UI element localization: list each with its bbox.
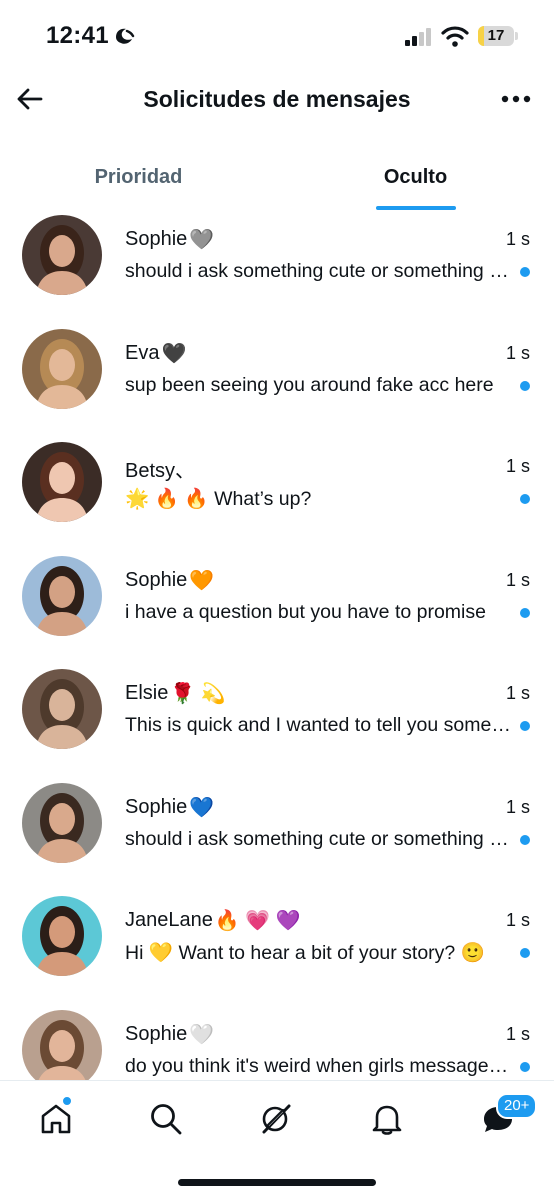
message-time: 1 s: [505, 456, 530, 476]
avatar-photo: [22, 782, 102, 863]
message-preview: should i ask something cute or something…: [125, 827, 511, 850]
sender-name-emoji: 💙: [189, 796, 215, 819]
sender-line: Eva 🖤: [125, 341, 494, 366]
nav-notifications[interactable]: [367, 1099, 407, 1139]
tab-bar: Prioridad Oculto: [0, 148, 554, 210]
home-notification-dot: [62, 1096, 72, 1106]
cellular-signal-icon: [405, 28, 431, 46]
avatar-photo: [22, 555, 102, 636]
nav-grok[interactable]: [256, 1099, 296, 1139]
sender-name: Sophie: [125, 1022, 188, 1045]
message-time: 1 s: [505, 796, 530, 817]
battery-tip: [515, 32, 518, 40]
battery-indicator: 17: [478, 26, 514, 46]
sender-name: Sophie: [125, 568, 188, 591]
battery-percent: 17: [487, 27, 505, 44]
message-preview: sup been seeing you around fake acc here: [125, 373, 494, 396]
avatar[interactable]: [22, 215, 102, 295]
message-time: 1 s: [505, 229, 530, 249]
unread-indicator: [520, 494, 530, 504]
avatar-photo: [22, 442, 102, 522]
grok-icon: [262, 1104, 291, 1134]
sender-name-emoji: 🤍: [189, 1023, 215, 1046]
bell-icon: [372, 1105, 402, 1135]
message-time: 1 s: [505, 569, 530, 590]
tab-label: Prioridad: [94, 166, 183, 188]
message-preview: 🌟 🔥 🔥 What’s up?: [125, 488, 312, 510]
avatar[interactable]: [22, 896, 102, 976]
sender-line: JaneLane 🔥 💗 💜: [125, 908, 494, 933]
sender-name: Eva: [125, 341, 160, 364]
unread-indicator: [520, 380, 530, 391]
more-options-button[interactable]: [496, 82, 536, 116]
more-dots-icon: [501, 95, 531, 103]
unread-indicator: [520, 1061, 530, 1072]
avatar[interactable]: [22, 782, 102, 863]
message-request-row[interactable]: Sophie 💙 1 s should i ask something cute…: [0, 778, 554, 892]
message-time: 1 s: [505, 910, 530, 930]
sender-name-emoji: 🖤: [161, 342, 187, 365]
message-preview: should i ask something cute or something…: [125, 260, 511, 282]
sender-name-emoji: 🩶: [189, 229, 215, 251]
home-indicator: [178, 1179, 376, 1186]
sender-line: Sophie 🧡: [125, 568, 494, 593]
message-request-row[interactable]: Sophie 🤍 1 s do you think it's weird whe…: [0, 1005, 554, 1080]
sender-name-emoji: 🧡: [189, 569, 215, 592]
sender-name: JaneLane: [125, 909, 213, 931]
message-request-list: Sophie 🩶 1 s should i ask something cute…: [0, 210, 554, 1080]
message-request-row[interactable]: Betsy、 1 s 🌟 🔥 🔥 What’s up?: [0, 437, 554, 551]
message-preview: Hi 💛 Want to hear a bit of your story? 🙂: [125, 942, 485, 964]
sender-line: Sophie 🩶: [125, 227, 494, 252]
avatar[interactable]: [22, 669, 102, 749]
avatar-photo: [22, 215, 102, 295]
avatar-photo: [22, 328, 102, 409]
tab-prioridad[interactable]: Prioridad: [0, 148, 277, 210]
message-request-row[interactable]: Sophie 🧡 1 s i have a question but you h…: [0, 551, 554, 665]
message-request-row[interactable]: Elsie 🌹 💫 1 s This is quick and I wanted…: [0, 664, 554, 778]
status-bar: 12:41 17: [0, 0, 554, 70]
message-request-row[interactable]: JaneLane 🔥 💗 💜 1 s Hi 💛 Want to hear a b…: [0, 891, 554, 1005]
unread-indicator: [520, 721, 530, 731]
avatar[interactable]: [22, 1009, 102, 1080]
sender-name-emoji: 🔥 💗 💜: [214, 910, 301, 932]
search-icon: [151, 1104, 182, 1135]
sender-line: Elsie 🌹 💫: [125, 681, 494, 706]
sender-line: Betsy、: [125, 454, 494, 483]
message-request-row[interactable]: Eva 🖤 1 s sup been seeing you around fak…: [0, 324, 554, 438]
page-title: Solicitudes de mensajes: [143, 86, 411, 112]
message-time: 1 s: [505, 683, 530, 703]
unread-indicator: [520, 267, 530, 277]
tab-label: Oculto: [383, 166, 448, 188]
message-time: 1 s: [505, 342, 530, 363]
avatar-photo: [22, 669, 102, 749]
avatar-photo: [22, 1009, 102, 1080]
tab-oculto[interactable]: Oculto: [277, 148, 554, 210]
unread-indicator: [520, 834, 530, 845]
messages-badge: 20+: [496, 1093, 538, 1119]
unread-indicator: [520, 948, 530, 958]
header: Solicitudes de mensajes: [0, 70, 554, 130]
avatar[interactable]: [22, 555, 102, 636]
avatar[interactable]: [22, 328, 102, 409]
avatar-photo: [22, 896, 102, 976]
message-preview: i have a question but you have to promis…: [125, 600, 486, 623]
sender-name: Betsy、: [125, 460, 196, 482]
status-time: 12:41: [46, 22, 109, 49]
nav-search[interactable]: [146, 1099, 186, 1139]
sender-name: Sophie: [125, 795, 188, 818]
message-preview: This is quick and I wanted to tell you s…: [125, 714, 511, 736]
focus-moon-icon: [116, 28, 135, 44]
wifi-icon: [441, 26, 469, 47]
sender-name-emoji: 🌹 💫: [170, 683, 226, 705]
message-time: 1 s: [505, 1023, 530, 1044]
message-preview: do you think it's weird when girls messa…: [125, 1054, 511, 1077]
unread-indicator: [520, 607, 530, 618]
sender-name: Sophie: [125, 228, 188, 250]
sender-name: Elsie: [125, 682, 169, 704]
avatar[interactable]: [22, 442, 102, 522]
sender-line: Sophie 🤍: [125, 1022, 494, 1047]
message-request-row[interactable]: Sophie 🩶 1 s should i ask something cute…: [0, 210, 554, 324]
home-icon: [41, 1104, 71, 1134]
sender-line: Sophie 💙: [125, 795, 494, 820]
